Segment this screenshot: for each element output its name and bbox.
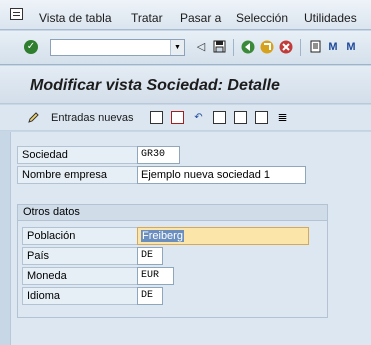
find-next-icon[interactable]: M [344, 40, 358, 54]
page-title: Modificar vista Sociedad: Detalle [30, 77, 280, 94]
enter-check-icon[interactable]: ✓ [24, 40, 38, 54]
details-icon[interactable]: ≣ [276, 111, 289, 124]
command-field[interactable]: ▼ [50, 39, 185, 56]
select-all-icon[interactable] [255, 111, 268, 124]
sociedad-field[interactable]: GR30 [137, 146, 180, 164]
sociedad-label: Sociedad [17, 146, 142, 164]
nombre-empresa-label: Nombre empresa [17, 166, 142, 184]
poblacion-label: Población [22, 227, 142, 245]
toolbar-separator [300, 39, 301, 56]
application-toolbar: Entradas nuevas ↶ ≣ [0, 105, 371, 131]
otros-datos-group: Otros datos Población Freiberg País DE M… [17, 204, 328, 318]
find-icon[interactable]: M [326, 40, 340, 54]
pais-field[interactable]: DE [137, 247, 163, 265]
menu-vista-de-tabla[interactable]: Vista de tabla [39, 11, 112, 25]
cancel-icon[interactable] [279, 40, 293, 54]
idioma-label: Idioma [22, 287, 142, 305]
moneda-label: Moneda [22, 267, 142, 285]
standard-toolbar: ✓ ▼ ◁ M M [0, 31, 371, 65]
menu-utilidades[interactable]: Utilidades [304, 11, 357, 25]
menu-tratar[interactable]: Tratar [131, 11, 163, 25]
detail-form: Sociedad GR30 Nombre empresa Ejemplo nue… [10, 132, 371, 345]
moneda-field[interactable]: EUR [137, 267, 174, 285]
toolbar-separator [233, 39, 234, 56]
delete-icon[interactable] [171, 111, 184, 124]
pais-label: País [22, 247, 142, 265]
new-entries-button[interactable]: Entradas nuevas [51, 112, 134, 124]
pencil-icon[interactable] [27, 111, 40, 124]
copy-icon[interactable] [150, 111, 163, 124]
back-icon[interactable]: ◁ [194, 40, 208, 54]
next-entry-icon[interactable] [234, 111, 247, 124]
exit-icon[interactable] [260, 40, 274, 54]
menu-bar: Vista de tabla Tratar Pasar a Selección … [0, 0, 371, 30]
poblacion-value: Freiberg [141, 230, 184, 242]
navigate-back-icon[interactable] [241, 40, 255, 54]
save-icon[interactable] [212, 40, 226, 54]
print-icon[interactable] [308, 40, 322, 54]
title-bar: Modificar vista Sociedad: Detalle [0, 66, 371, 104]
menu-pasar-a[interactable]: Pasar a [180, 11, 221, 25]
undo-icon[interactable]: ↶ [192, 111, 205, 124]
group-title: Otros datos [18, 205, 327, 221]
prev-entry-icon[interactable] [213, 111, 226, 124]
menu-seleccion[interactable]: Selección [236, 11, 288, 25]
menu-window-icon[interactable] [10, 8, 23, 20]
nombre-empresa-field[interactable]: Ejemplo nueva sociedad 1 [137, 166, 306, 184]
idioma-field[interactable]: DE [137, 287, 163, 305]
poblacion-field[interactable]: Freiberg [137, 227, 309, 245]
chevron-down-icon[interactable]: ▼ [170, 40, 184, 55]
